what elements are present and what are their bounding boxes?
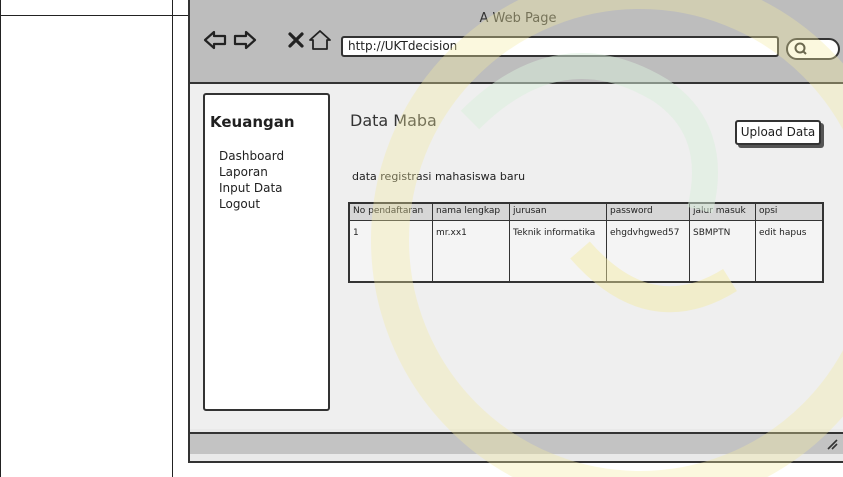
column-divider [432,204,433,281]
sidebar: Keuangan Dashboard Laporan Input Data Lo… [203,93,330,411]
page-title: Data Maba [350,111,437,130]
forward-arrow-icon[interactable] [233,28,257,52]
browser-statusbar [190,432,843,454]
browser-titlebar: A Web Page http://UKTdecision [190,0,843,84]
column-header: opsi [759,206,778,216]
column-header: jalur masuk [693,206,746,216]
page-content: Keuangan Dashboard Laporan Input Data Lo… [190,84,843,429]
search-field[interactable] [786,38,840,60]
browser-window: A Web Page http://UKTdecision Keuangan D… [188,0,843,463]
column-header: nama lengkap [436,206,501,216]
table-cell: mr.xx1 [436,228,467,238]
sidebar-menu: Dashboard Laporan Input Data Logout [219,148,284,212]
column-header: password [610,206,653,216]
document-table-border-left [0,0,1,477]
table-cell: Teknik informatika [513,228,596,238]
sidebar-item-input-data[interactable]: Input Data [219,180,284,196]
table-cell: 1 [353,228,359,238]
sidebar-item-laporan[interactable]: Laporan [219,164,284,180]
search-icon[interactable] [794,42,808,56]
column-header: jurusan [513,206,547,216]
column-header: No pendaftaran [353,206,424,216]
table-cell: SBMPTN [693,228,731,238]
upload-data-button[interactable]: Upload Data [735,120,821,145]
sidebar-title: Keuangan [210,113,295,131]
column-divider [606,204,607,281]
sidebar-item-dashboard[interactable]: Dashboard [219,148,284,164]
column-divider [689,204,690,281]
data-table: No pendaftaran nama lengkap jurusan pass… [348,202,824,283]
url-input[interactable]: http://UKTdecision [341,36,779,57]
column-divider [509,204,510,281]
table-header-row: No pendaftaran nama lengkap jurusan pass… [350,204,822,221]
home-icon[interactable] [308,28,332,52]
column-divider [755,204,756,281]
window-title: A Web Page [479,11,557,26]
sidebar-item-logout[interactable]: Logout [219,196,284,212]
table-cell: ehgdvhgwed57 [610,228,680,238]
close-x-icon[interactable] [287,31,305,49]
resize-grip-icon[interactable] [826,438,838,450]
back-arrow-icon[interactable] [203,28,227,52]
table-description: data registrasi mahasiswa baru [352,170,526,183]
row-actions[interactable]: edit hapus [756,228,806,238]
document-table-column-divider [172,0,173,477]
